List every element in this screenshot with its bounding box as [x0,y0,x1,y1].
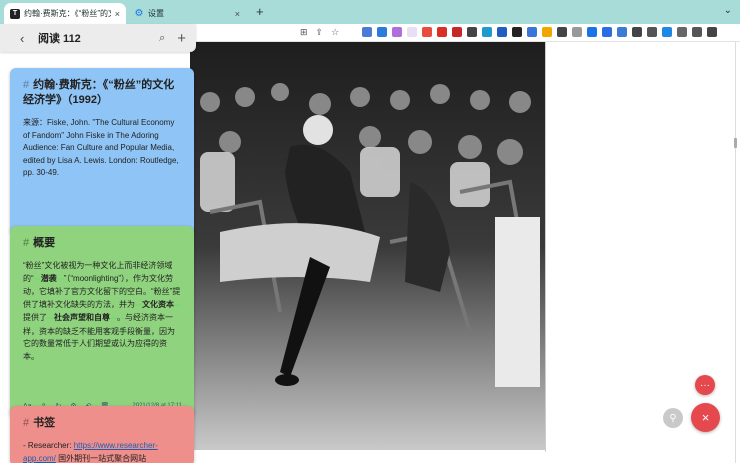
back-arrow-icon[interactable]: ‹ [20,31,32,46]
share-icon[interactable]: ⇪ [316,27,324,38]
note-title: # 概要 [23,236,182,251]
bookmark-item: - Researcher: https://www.researcher-app… [23,440,182,463]
audience-photo-image [190,42,545,450]
note-title: # 书签 [23,416,182,431]
extension-icon[interactable] [437,27,447,37]
blank-page-area [546,42,740,463]
pin-icon[interactable]: ⚲ [663,408,683,428]
highlight-marker: == [135,302,143,309]
note-card-bookmarks[interactable]: # 书签 - Researcher: https://www.researcher… [10,406,194,463]
search-icon[interactable]: ⌕ [159,32,165,45]
note-title-text: 约翰·费斯克：《“粉丝”的文化经济学》（1992） [23,79,175,106]
extension-icon[interactable] [647,27,657,37]
note-card-summary[interactable]: # 概要 “粉丝”文化被视为一种文化上而非经济领域的“==潜袭==”（“moonl… [10,226,194,418]
note-title-text: 概要 [33,237,56,249]
close-button[interactable]: × [691,403,720,432]
bold-text: 文化资本 [142,299,175,309]
extension-icon[interactable] [482,27,492,37]
bold-text: 社会声望和自尊 [54,313,111,322]
extension-icon[interactable] [677,27,687,37]
extension-icon[interactable] [422,27,432,37]
browser-tab-bar: T 约翰·费斯克：《“粉丝”的文化 × ⚙ 设置 × + ⌄ [0,0,740,24]
bold-text: 潜袭 [40,273,57,283]
tab-favicon-icon: T [10,8,20,19]
hash-icon: # [23,79,30,91]
bullet: - [23,441,26,450]
tab-article[interactable]: T 约翰·费斯克：《“粉丝”的文化 × [4,3,126,24]
more-options-button[interactable]: ··· [695,375,715,395]
extension-icon[interactable] [662,27,672,37]
note-title-text: 书签 [33,417,56,429]
hash-icon: # [23,237,30,249]
extension-icon[interactable] [632,27,642,37]
tab-title: 设置 [148,9,164,18]
note-body: “粉丝”文化被视为一种文化上而非经济领域的“==潜袭==”（“moonlight… [23,260,182,363]
highlight-marker: == [110,316,118,322]
extension-icon[interactable] [557,27,567,37]
translate-icon[interactable]: ⊞ [300,27,308,38]
sidebar-title: 阅读 112 [38,33,81,45]
highlight-marker: == [174,302,182,309]
tab-title: 约翰·费斯克：《“粉丝”的文化 [24,9,111,18]
extension-icon[interactable] [497,27,507,37]
extension-icon[interactable] [587,27,597,37]
extension-icon[interactable] [602,27,612,37]
extension-icon[interactable] [452,27,462,37]
extension-icon[interactable] [707,27,717,37]
extension-icon[interactable] [512,27,522,37]
extensions-row [362,27,717,37]
extension-icon[interactable] [362,27,372,37]
highlight-marker: == [33,276,41,283]
note-title: # 约翰·费斯克：《“粉丝”的文化经济学》（1992） [23,78,182,108]
extension-icon[interactable] [542,27,552,37]
bookmark-description: 国外期刊一站式聚合网站 [58,453,147,463]
extension-icon[interactable] [572,27,582,37]
note-card-source[interactable]: # 约翰·费斯克：《“粉丝”的文化经济学》（1992） 来源：Fiske, Joh… [10,68,194,235]
chevron-down-icon[interactable]: ⌄ [724,5,732,16]
extension-icon[interactable] [377,27,387,37]
close-tab-icon[interactable]: × [235,9,240,19]
close-tab-icon[interactable]: × [115,9,120,19]
notes-sidebar: ‹ 阅读 112 ⌕ + # 约翰·费斯克：《“粉丝”的文化经济学》（1992） … [0,24,196,463]
extension-icon[interactable] [392,27,402,37]
extension-icon[interactable] [527,27,537,37]
highlight-marker: == [47,316,55,322]
note-body: 来源：Fiske, John. "The Cultural Economy of… [23,118,179,177]
scrollbar-thumb[interactable] [734,138,737,148]
add-note-button[interactable]: + [177,30,186,47]
bookmark-label: Researcher: [27,441,72,450]
extension-icon[interactable] [467,27,477,37]
sidebar-header: ‹ 阅读 112 ⌕ + [0,24,196,52]
bookmark-star-icon[interactable]: ☆ [331,27,339,38]
extension-icon[interactable] [617,27,627,37]
concert-photo [190,42,545,450]
new-tab-button[interactable]: + [256,4,264,19]
extension-icon[interactable] [407,27,417,37]
omnibox-actions: ⊞ ⇪ ☆ [300,27,339,38]
body-text: 提供了 [23,313,47,322]
scrollbar-track[interactable] [735,42,736,463]
tab-settings[interactable]: ⚙ 设置 × [128,3,246,24]
hash-icon: # [23,417,30,429]
highlight-marker: == [56,276,64,283]
settings-gear-icon: ⚙ [134,8,144,19]
extension-icon[interactable] [692,27,702,37]
